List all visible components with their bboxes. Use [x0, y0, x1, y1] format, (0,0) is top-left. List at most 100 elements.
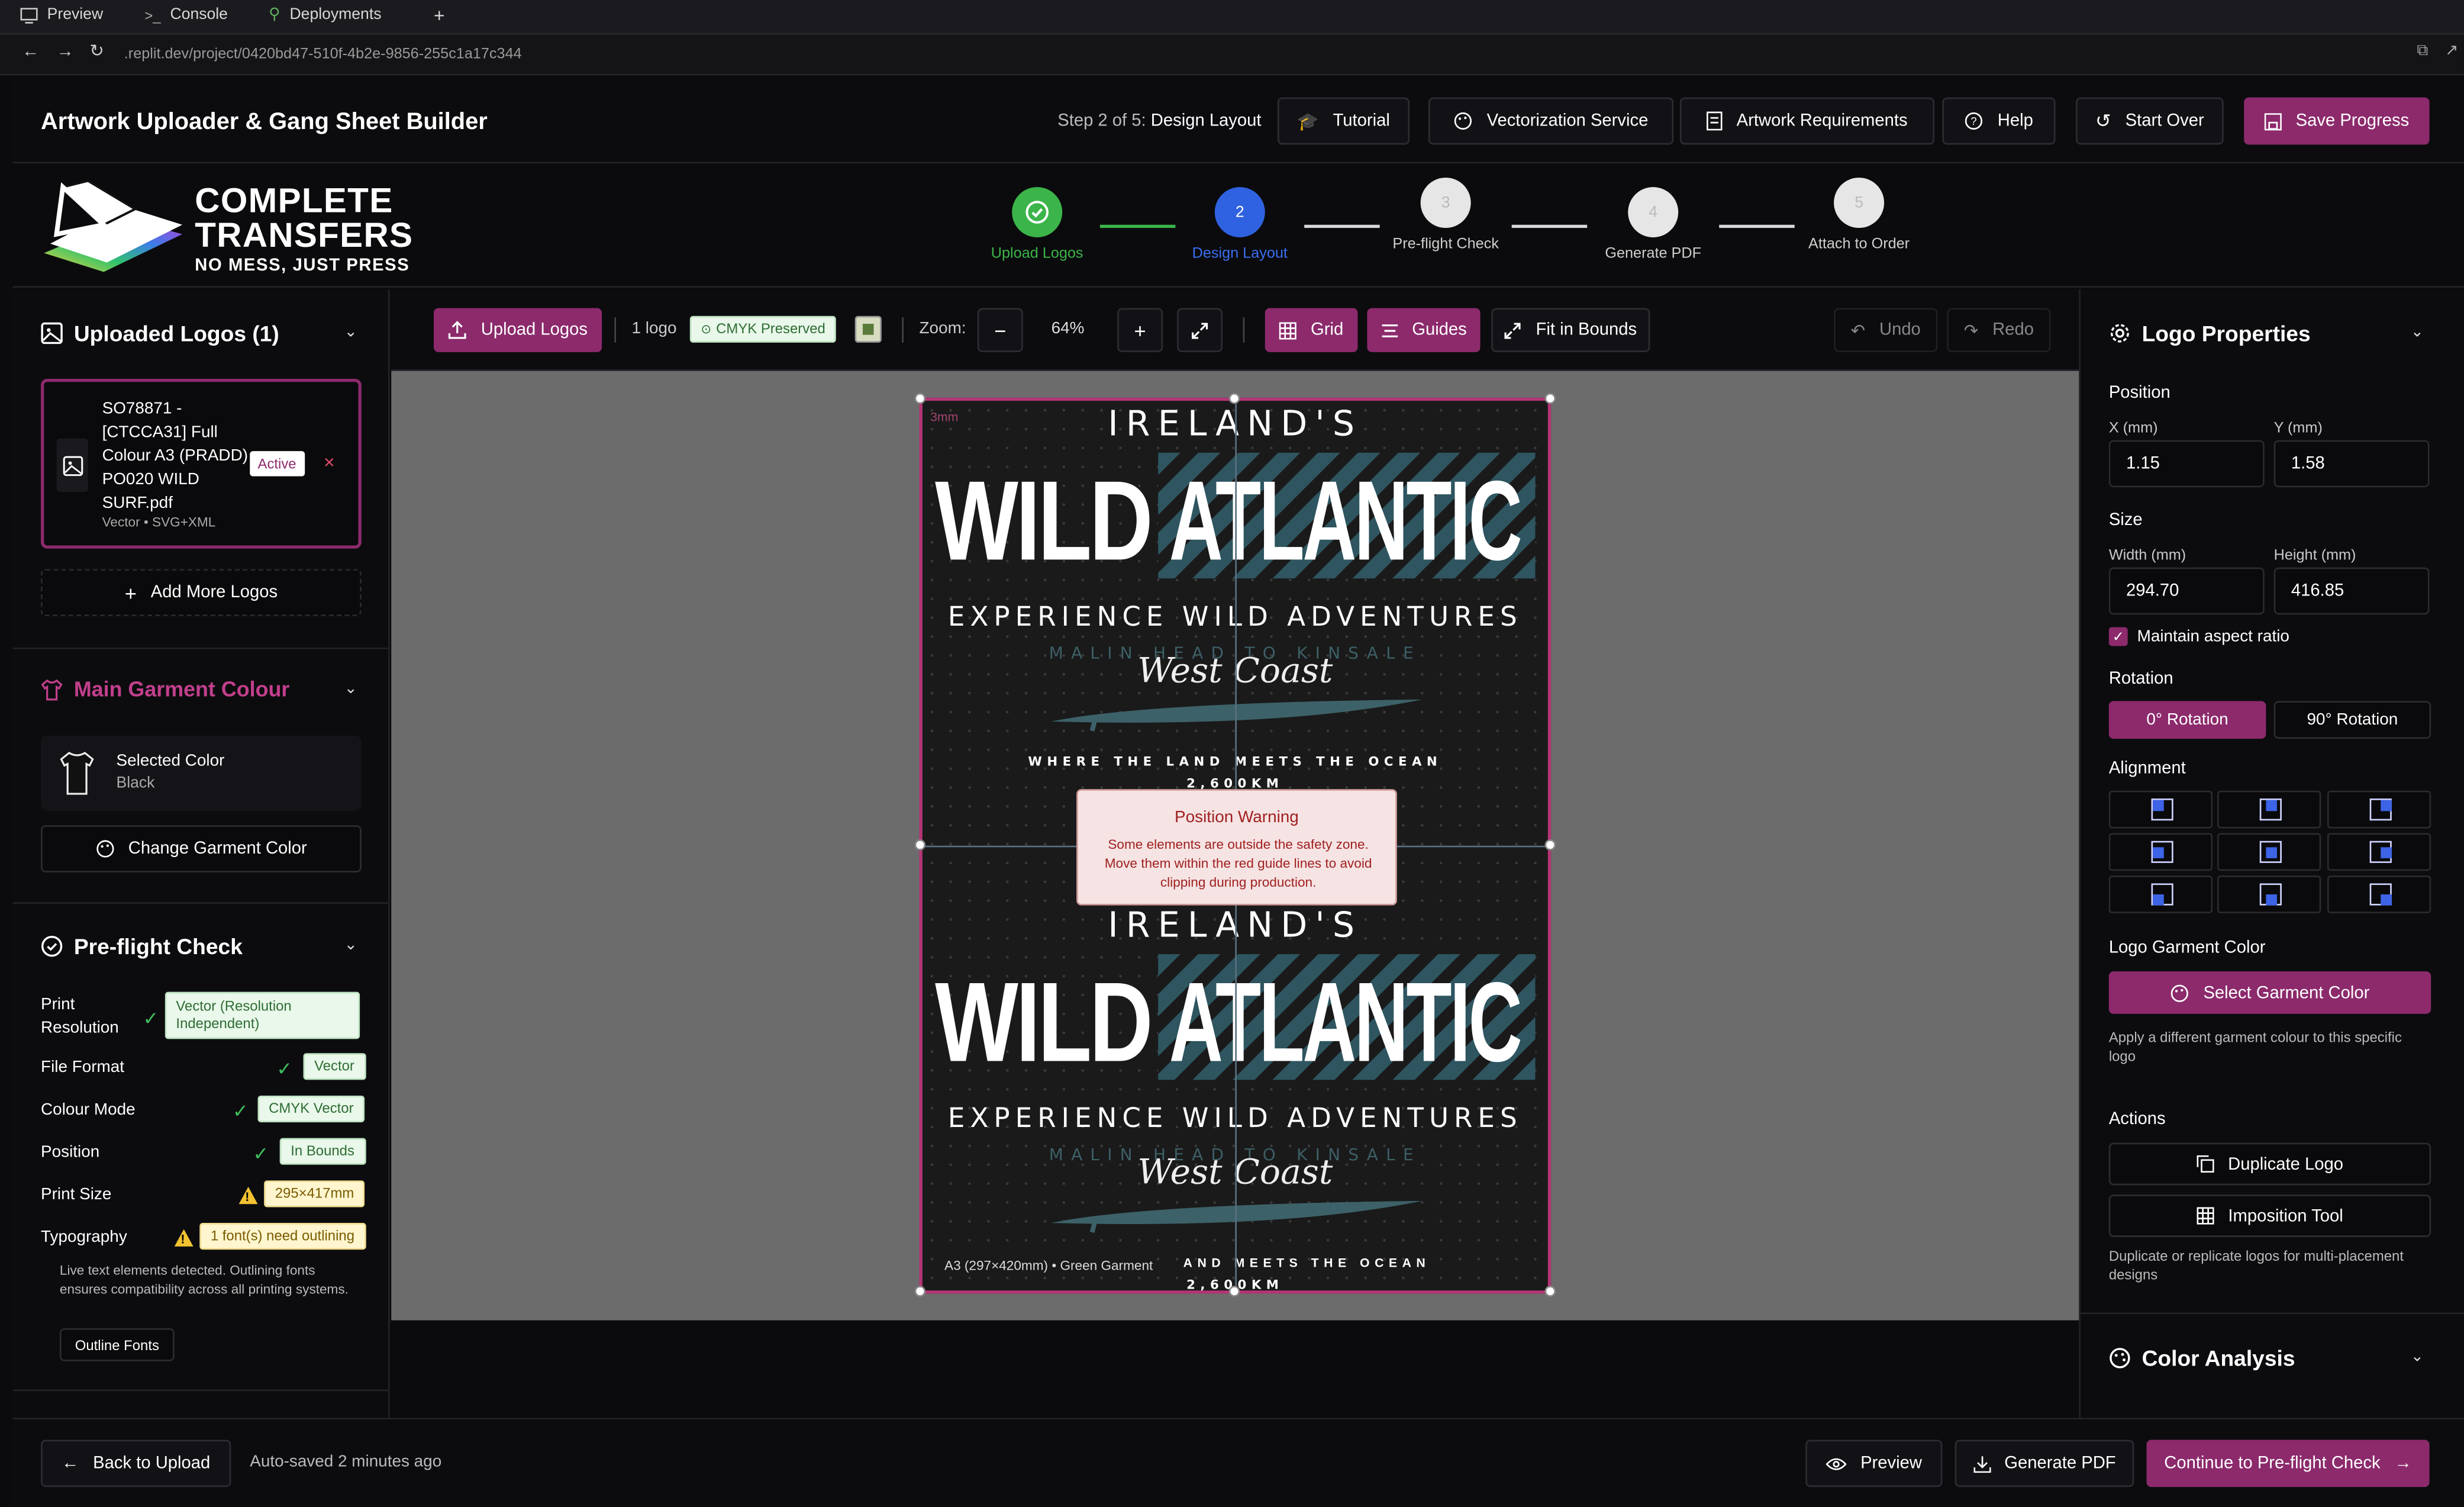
- guides-toggle-button[interactable]: Guides: [1367, 308, 1481, 352]
- vectorization-button[interactable]: Vectorization Service: [1428, 97, 1674, 145]
- step-name: Design Layout: [1150, 111, 1262, 131]
- change-garment-color-label: Change Garment Color: [128, 839, 307, 858]
- grid-toggle-button[interactable]: Grid: [1265, 308, 1358, 352]
- align-bottom-center-button[interactable]: [2217, 875, 2321, 913]
- align-bottom-right-button[interactable]: [2327, 875, 2431, 913]
- save-progress-button[interactable]: Save Progress: [2244, 97, 2430, 145]
- fullscreen-button[interactable]: [1177, 308, 1223, 352]
- chevron-down-icon[interactable]: ⌄: [2411, 324, 2424, 341]
- imposition-tool-button[interactable]: Imposition Tool: [2108, 1194, 2431, 1237]
- poster-atlantic: ATLANTIC: [1169, 459, 1523, 585]
- aspect-ratio-checkbox[interactable]: ✓: [2108, 627, 2128, 646]
- duplicate-logo-button[interactable]: Duplicate Logo: [2108, 1142, 2431, 1186]
- resize-handle-ml[interactable]: [914, 839, 926, 851]
- continue-button[interactable]: Continue to Pre-flight Check →: [2146, 1440, 2430, 1487]
- step-2-circle[interactable]: 2: [1214, 187, 1265, 237]
- tutorial-button[interactable]: 🎓 Tutorial: [1278, 97, 1410, 145]
- size-section-label: Size: [2108, 511, 2143, 530]
- back-to-upload-button[interactable]: ← Back to Upload: [41, 1440, 231, 1487]
- reload-icon[interactable]: ↻: [89, 41, 104, 62]
- tab-preview[interactable]: Preview: [20, 6, 104, 24]
- chevron-down-icon[interactable]: ⌄: [344, 937, 357, 954]
- chevron-down-icon[interactable]: ⌄: [344, 681, 357, 698]
- start-over-button[interactable]: ↺ Start Over: [2076, 97, 2224, 145]
- help-button[interactable]: ? Help: [1942, 97, 2056, 145]
- artboard[interactable]: 3mm IRELAND'S WILD ATLANTIC EXPERIENCE W…: [919, 397, 1552, 1294]
- warning-title: Position Warning: [1175, 807, 1299, 827]
- tab-preview-label: Preview: [47, 6, 104, 24]
- artwork-requirements-button[interactable]: Artwork Requirements: [1679, 97, 1935, 145]
- upload-logos-button[interactable]: Upload Logos: [433, 308, 602, 352]
- tab-deployments[interactable]: ⚲ Deployments: [269, 7, 381, 24]
- align-center-button[interactable]: [2217, 833, 2321, 871]
- uploaded-file-card[interactable]: SO78871 - [CTCCA31] Full Colour A3 (PRAD…: [41, 378, 362, 549]
- forward-arrow-icon[interactable]: →: [57, 43, 74, 62]
- step-5-label: Attach to Order: [1808, 236, 1910, 253]
- zoom-in-button[interactable]: +: [1117, 308, 1163, 352]
- uploaded-logos-header[interactable]: Uploaded Logos (1): [41, 321, 279, 346]
- preflight-title: Pre-flight Check: [73, 933, 243, 959]
- x-input[interactable]: 1.15: [2108, 440, 2265, 488]
- fit-in-bounds-button[interactable]: Fit in Bounds: [1491, 308, 1650, 352]
- check-circle-icon: ⊙: [701, 321, 712, 336]
- align-bottom-left-button[interactable]: [2108, 875, 2213, 913]
- align-top-left-button[interactable]: [2108, 790, 2213, 829]
- rotation-90-button[interactable]: 90° Rotation: [2273, 701, 2431, 739]
- back-arrow-icon[interactable]: ←: [22, 43, 39, 62]
- add-more-logos-button[interactable]: + Add More Logos: [41, 569, 362, 616]
- url-text[interactable]: .replit.dev/project/0420bd47-510f-4b2e-9…: [124, 46, 522, 63]
- zoom-value: 64%: [1051, 319, 1085, 338]
- step-5-circle[interactable]: 5: [1834, 178, 1885, 228]
- outline-fonts-button[interactable]: Outline Fonts: [59, 1328, 175, 1361]
- resize-handle-tl[interactable]: [914, 392, 926, 404]
- remove-file-icon[interactable]: ×: [324, 451, 335, 473]
- resize-handle-bm[interactable]: [1228, 1286, 1240, 1297]
- chevron-down-icon[interactable]: ⌄: [2411, 1349, 2424, 1366]
- color-analysis-header[interactable]: Color Analysis: [2109, 1345, 2295, 1371]
- resize-handle-br[interactable]: [1544, 1286, 1556, 1297]
- open-external-icon[interactable]: ↗: [2445, 43, 2458, 60]
- app-header: Artwork Uploader & Gang Sheet Builder St…: [12, 78, 2464, 164]
- rotation-0-button[interactable]: 0° Rotation: [2108, 701, 2266, 739]
- poster-atlantic-repeat: ATLANTIC: [1169, 960, 1523, 1087]
- generate-pdf-button[interactable]: Generate PDF: [1955, 1440, 2134, 1487]
- check-circle-icon: [1025, 201, 1049, 224]
- garment-colour-header[interactable]: Main Garment Colour: [41, 678, 289, 701]
- logo-properties-header[interactable]: Logo Properties: [2109, 321, 2311, 346]
- preflight-header[interactable]: Pre-flight Check: [41, 933, 243, 959]
- align-middle-left-button[interactable]: [2108, 833, 2213, 871]
- align-top-right-button[interactable]: [2327, 790, 2431, 829]
- resize-handle-tm[interactable]: [1228, 392, 1240, 404]
- logo-properties-title: Logo Properties: [2142, 320, 2311, 346]
- new-tab-button[interactable]: +: [434, 5, 445, 27]
- resize-handle-bl[interactable]: [914, 1286, 926, 1297]
- zoom-out-button[interactable]: −: [977, 308, 1023, 352]
- select-garment-color-button[interactable]: Select Garment Color: [2108, 971, 2431, 1014]
- step-3-circle[interactable]: 3: [1420, 178, 1471, 228]
- devtools-icon[interactable]: ⧉: [2417, 43, 2428, 60]
- save-progress-label: Save Progress: [2295, 111, 2410, 131]
- redo-button[interactable]: ↷ Redo: [1947, 308, 2051, 352]
- align-top-center-button[interactable]: [2217, 790, 2321, 829]
- resize-handle-mr[interactable]: [1544, 839, 1556, 851]
- width-input[interactable]: 294.70: [2108, 567, 2265, 615]
- color-swatch-icon[interactable]: [854, 315, 882, 343]
- undo-button[interactable]: ↶ Undo: [1834, 308, 1938, 352]
- tab-console[interactable]: >_ Console: [144, 7, 228, 24]
- redo-icon: ↷: [1963, 321, 1979, 340]
- align-middle-right-button[interactable]: [2327, 833, 2431, 871]
- step-1-circle[interactable]: [1012, 187, 1063, 237]
- chevron-down-icon[interactable]: ⌄: [344, 324, 357, 341]
- check-label-print-size: Print Size: [41, 1185, 112, 1205]
- preview-button[interactable]: Preview: [1805, 1440, 1943, 1487]
- y-input[interactable]: 1.58: [2273, 440, 2430, 488]
- position-section-label: Position: [2108, 383, 2170, 402]
- height-input[interactable]: 416.85: [2273, 567, 2430, 615]
- resize-handle-tr[interactable]: [1544, 392, 1556, 404]
- autosave-status: Auto-saved 2 minutes ago: [250, 1452, 442, 1471]
- step-prefix: Step 2 of 5:: [1057, 111, 1146, 131]
- step-4-circle[interactable]: 4: [1628, 187, 1679, 237]
- change-garment-color-button[interactable]: Change Garment Color: [41, 825, 362, 872]
- warning-text: Some elements are outside the safety zon…: [1104, 836, 1372, 890]
- poster-wild-repeat: WILD: [935, 960, 1153, 1087]
